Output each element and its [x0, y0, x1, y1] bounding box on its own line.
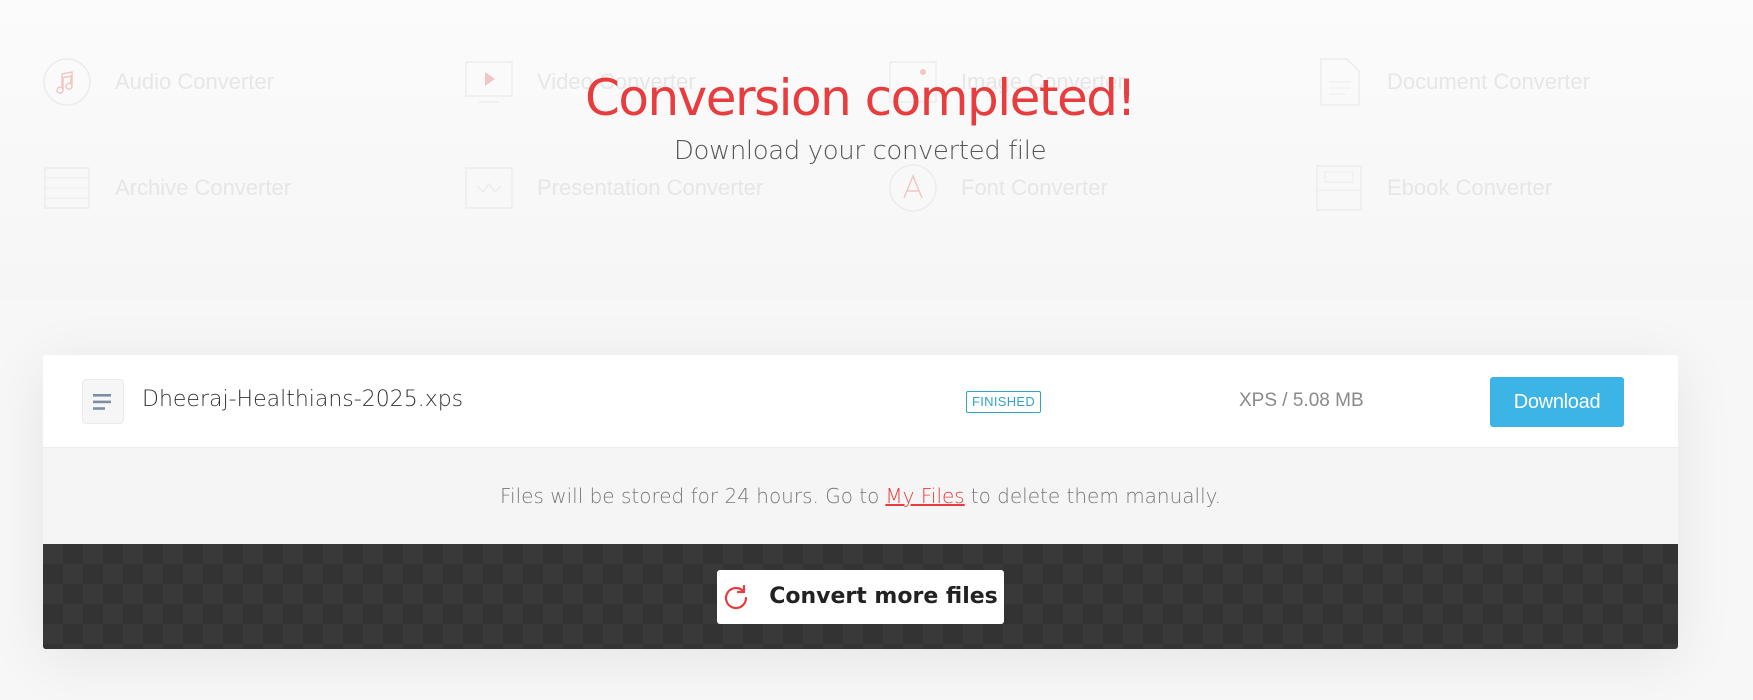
- ebook-icon: [1315, 164, 1363, 212]
- bg-tile-archive: Archive Converter: [43, 164, 291, 212]
- storage-notice: Files will be stored for 24 hours. Go to…: [43, 448, 1678, 544]
- bg-tile-ebook: Ebook Converter: [1315, 164, 1552, 212]
- presentation-icon: [465, 164, 513, 212]
- file-text-icon: [82, 379, 124, 424]
- font-icon: [889, 164, 937, 212]
- my-files-link[interactable]: My Files: [885, 484, 964, 508]
- bg-tile-presentation: Presentation Converter: [465, 164, 763, 212]
- notice-text-before: Files will be stored for 24 hours. Go to: [499, 484, 880, 508]
- action-bar: Convert more files: [43, 544, 1678, 649]
- page-subtitle: Download your converted file: [673, 136, 1047, 166]
- download-button[interactable]: Download: [1490, 377, 1624, 427]
- page-title: Conversion completed!: [584, 69, 1137, 127]
- archive-icon: [43, 164, 91, 212]
- status-badge: FINISHED: [966, 391, 1042, 413]
- file-format-size: XPS / 5.08 MB: [1239, 390, 1364, 411]
- hero: Conversion completed! Download your conv…: [0, 66, 1720, 166]
- bg-tile-font: Font Converter: [889, 164, 1108, 212]
- conversion-result-card: Dheeraj-Healthians-2025.xps FINISHED XPS…: [43, 355, 1678, 649]
- refresh-icon: [725, 584, 748, 609]
- notice-text-after: to delete them manually.: [970, 484, 1221, 508]
- convert-more-label: Convert more files: [769, 584, 998, 609]
- convert-more-files-button[interactable]: Convert more files: [717, 569, 1004, 624]
- file-name: Dheeraj-Healthians-2025.xps: [142, 387, 464, 412]
- file-row: Dheeraj-Healthians-2025.xps FINISHED XPS…: [43, 355, 1678, 448]
